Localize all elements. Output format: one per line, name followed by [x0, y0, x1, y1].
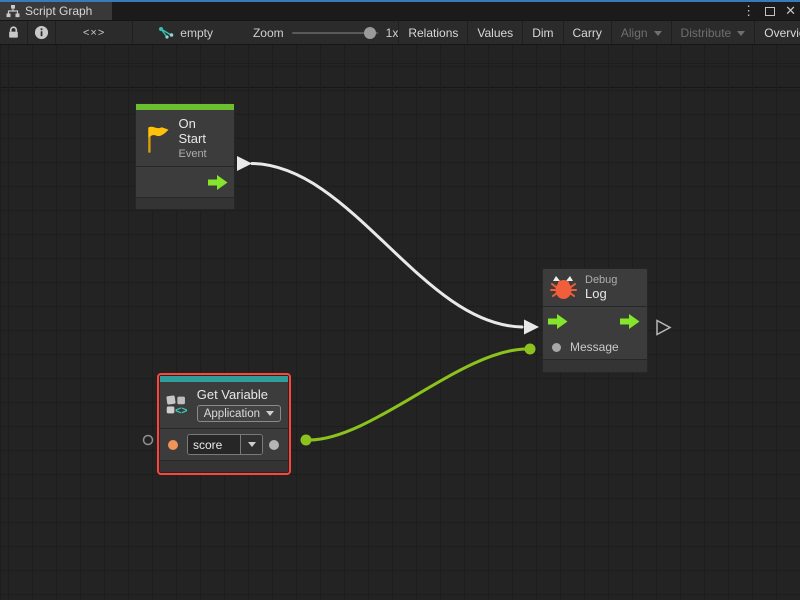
distribute-button: Distribute: [672, 21, 756, 44]
distribute-label: Distribute: [681, 26, 732, 40]
zoom-slider[interactable]: [292, 32, 378, 34]
graph-name-label: empty: [180, 26, 213, 40]
lock-icon: [6, 25, 21, 40]
tab-script-graph[interactable]: Script Graph: [0, 2, 112, 20]
node-footer: [136, 197, 234, 209]
graph-reference[interactable]: empty: [159, 26, 213, 40]
code-glyph: <×>: [65, 27, 123, 39]
wires-layer: [0, 45, 800, 600]
relations-button[interactable]: Relations: [399, 21, 468, 44]
zoom-value: 1x: [386, 26, 399, 40]
node-title: Log: [585, 286, 617, 301]
zoom-slider-handle[interactable]: [364, 27, 376, 39]
overview-button[interactable]: Overview: [755, 21, 800, 44]
tab-label: Script Graph: [25, 4, 92, 18]
exec-input-arrow-icon[interactable]: [548, 314, 568, 329]
window-titlebar: Script Graph ⋮ ✕: [0, 0, 800, 20]
value-wire-start-dot: [301, 435, 312, 446]
window-controls: ⋮ ✕: [742, 2, 796, 20]
value-ports-row: [160, 429, 288, 460]
chevron-down-icon: [654, 31, 662, 36]
variable-name-dropdown-button[interactable]: [240, 435, 262, 454]
zoom-label: Zoom: [253, 26, 284, 40]
variable-scope-dropdown[interactable]: Application: [197, 405, 281, 422]
flag-icon: [144, 123, 170, 154]
info-button[interactable]: [28, 21, 56, 44]
graph-nodes-icon: [159, 26, 174, 39]
node-title: Get Variable: [197, 387, 281, 402]
graph-toolbar: <×> empty Zoom 1x Relations Values Dim C…: [0, 20, 800, 45]
lock-button[interactable]: [0, 21, 28, 44]
unconnected-output-triangle[interactable]: [657, 321, 670, 335]
node-category: Debug: [585, 274, 617, 286]
name-input-port[interactable]: [168, 440, 178, 450]
scope-label: Application: [204, 408, 260, 420]
exec-output-arrow-icon[interactable]: [620, 314, 640, 329]
zoom-control: Zoom 1x: [253, 26, 398, 40]
align-label: Align: [621, 26, 648, 40]
bug-icon: [550, 275, 577, 301]
toolbar-middle: empty Zoom 1x: [133, 21, 398, 44]
align-button: Align: [612, 21, 672, 44]
message-port-row: Message: [543, 335, 647, 359]
node-on-start[interactable]: On Start Event: [135, 103, 235, 210]
wire-start-marker: [237, 156, 252, 171]
message-input-port[interactable]: [552, 343, 561, 352]
focus-accent-line: [0, 0, 800, 2]
code-view-button[interactable]: <×>: [56, 21, 133, 44]
maximize-icon[interactable]: [765, 7, 775, 16]
value-output-port[interactable]: [269, 440, 279, 450]
graph-canvas[interactable]: On Start Event Debug Log: [0, 45, 800, 600]
values-button[interactable]: Values: [468, 21, 523, 44]
svg-text:<>: <>: [175, 405, 187, 417]
node-debug-log[interactable]: Debug Log Message: [542, 268, 648, 373]
execution-wire[interactable]: [252, 164, 522, 328]
value-wire[interactable]: [309, 349, 527, 440]
toolbar-buttons: Relations Values Dim Carry Align Distrib…: [398, 21, 800, 44]
window-menu-icon[interactable]: ⋮: [742, 2, 755, 20]
variable-name-input[interactable]: [188, 435, 240, 454]
node-get-variable[interactable]: <> Get Variable Application: [159, 375, 289, 473]
carry-button[interactable]: Carry: [564, 21, 612, 44]
unconnected-input-circle[interactable]: [144, 436, 153, 445]
node-header: Debug Log: [543, 269, 647, 306]
message-port-label: Message: [570, 340, 619, 354]
value-wire-end-dot: [525, 344, 536, 355]
chevron-down-icon: [266, 411, 274, 416]
variable-icon: <>: [166, 391, 189, 419]
node-footer: [160, 460, 288, 472]
wire-arrowhead: [524, 320, 539, 335]
chevron-down-icon: [737, 31, 745, 36]
info-icon: [34, 25, 49, 40]
exec-ports-row: [136, 167, 234, 197]
exec-output-arrow-icon[interactable]: [208, 175, 228, 190]
node-header: <> Get Variable Application: [160, 382, 288, 428]
node-footer: [543, 359, 647, 372]
close-icon[interactable]: ✕: [785, 2, 796, 20]
variable-name-field: [187, 434, 263, 455]
chevron-down-icon: [248, 442, 256, 447]
node-subtitle: Event: [178, 148, 226, 160]
node-header: On Start Event: [136, 110, 234, 166]
graph-hierarchy-icon: [6, 5, 20, 18]
dim-button[interactable]: Dim: [523, 21, 563, 44]
exec-ports-row: [543, 307, 647, 335]
node-title: On Start: [178, 116, 226, 146]
